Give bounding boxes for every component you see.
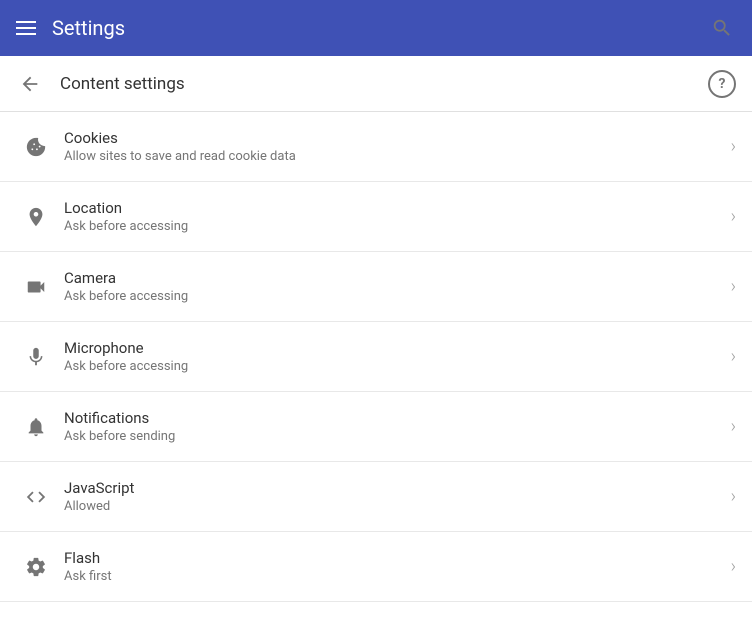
item-title: Notifications bbox=[64, 409, 731, 427]
microphone-icon bbox=[16, 346, 56, 368]
item-title: Camera bbox=[64, 269, 731, 287]
location-icon bbox=[16, 206, 56, 228]
list-item[interactable]: Notifications Ask before sending › bbox=[0, 392, 752, 462]
back-button[interactable] bbox=[16, 70, 44, 98]
list-item[interactable]: Location Ask before accessing › bbox=[0, 182, 752, 252]
item-text-flash: Flash Ask first bbox=[56, 549, 731, 584]
list-item[interactable]: Cookies Allow sites to save and read coo… bbox=[0, 112, 752, 182]
item-text-notifications: Notifications Ask before sending bbox=[56, 409, 731, 444]
item-title: Cookies bbox=[64, 129, 731, 147]
list-item[interactable]: Microphone Ask before accessing › bbox=[0, 322, 752, 392]
app-header: Settings bbox=[0, 0, 752, 56]
item-subtitle: Ask first bbox=[64, 569, 731, 584]
chevron-right-icon: › bbox=[731, 556, 736, 577]
camera-icon bbox=[16, 276, 56, 298]
chevron-right-icon: › bbox=[731, 136, 736, 157]
item-text-cookies: Cookies Allow sites to save and read coo… bbox=[56, 129, 731, 164]
item-subtitle: Ask before accessing bbox=[64, 359, 731, 374]
header-left: Settings bbox=[16, 16, 125, 40]
help-icon[interactable]: ? bbox=[708, 70, 736, 98]
search-icon[interactable] bbox=[708, 14, 736, 42]
list-item[interactable]: JavaScript Allowed › bbox=[0, 462, 752, 532]
chevron-right-icon: › bbox=[731, 206, 736, 227]
javascript-icon bbox=[16, 486, 56, 508]
item-subtitle: Ask before accessing bbox=[64, 219, 731, 234]
chevron-right-icon: › bbox=[731, 346, 736, 367]
list-item[interactable]: Flash Ask first › bbox=[0, 532, 752, 602]
chevron-right-icon: › bbox=[731, 416, 736, 437]
item-subtitle: Ask before accessing bbox=[64, 289, 731, 304]
item-subtitle: Allowed bbox=[64, 499, 731, 514]
list-item[interactable]: Camera Ask before accessing › bbox=[0, 252, 752, 322]
flash-icon bbox=[16, 556, 56, 578]
item-text-microphone: Microphone Ask before accessing bbox=[56, 339, 731, 374]
chevron-right-icon: › bbox=[731, 276, 736, 297]
item-subtitle: Ask before sending bbox=[64, 429, 731, 444]
item-title: Microphone bbox=[64, 339, 731, 357]
item-title: Location bbox=[64, 199, 731, 217]
item-title: JavaScript bbox=[64, 479, 731, 497]
settings-list: Cookies Allow sites to save and read coo… bbox=[0, 112, 752, 602]
sub-header-left: Content settings bbox=[16, 70, 185, 98]
item-text-location: Location Ask before accessing bbox=[56, 199, 731, 234]
cookie-icon bbox=[16, 136, 56, 158]
item-text-camera: Camera Ask before accessing bbox=[56, 269, 731, 304]
item-text-javascript: JavaScript Allowed bbox=[56, 479, 731, 514]
hamburger-menu-icon[interactable] bbox=[16, 21, 36, 35]
app-title: Settings bbox=[52, 16, 125, 40]
page-title: Content settings bbox=[60, 74, 185, 94]
chevron-right-icon: › bbox=[731, 486, 736, 507]
notifications-icon bbox=[16, 416, 56, 438]
item-title: Flash bbox=[64, 549, 731, 567]
sub-header: Content settings ? bbox=[0, 56, 752, 112]
item-subtitle: Allow sites to save and read cookie data bbox=[64, 149, 731, 164]
